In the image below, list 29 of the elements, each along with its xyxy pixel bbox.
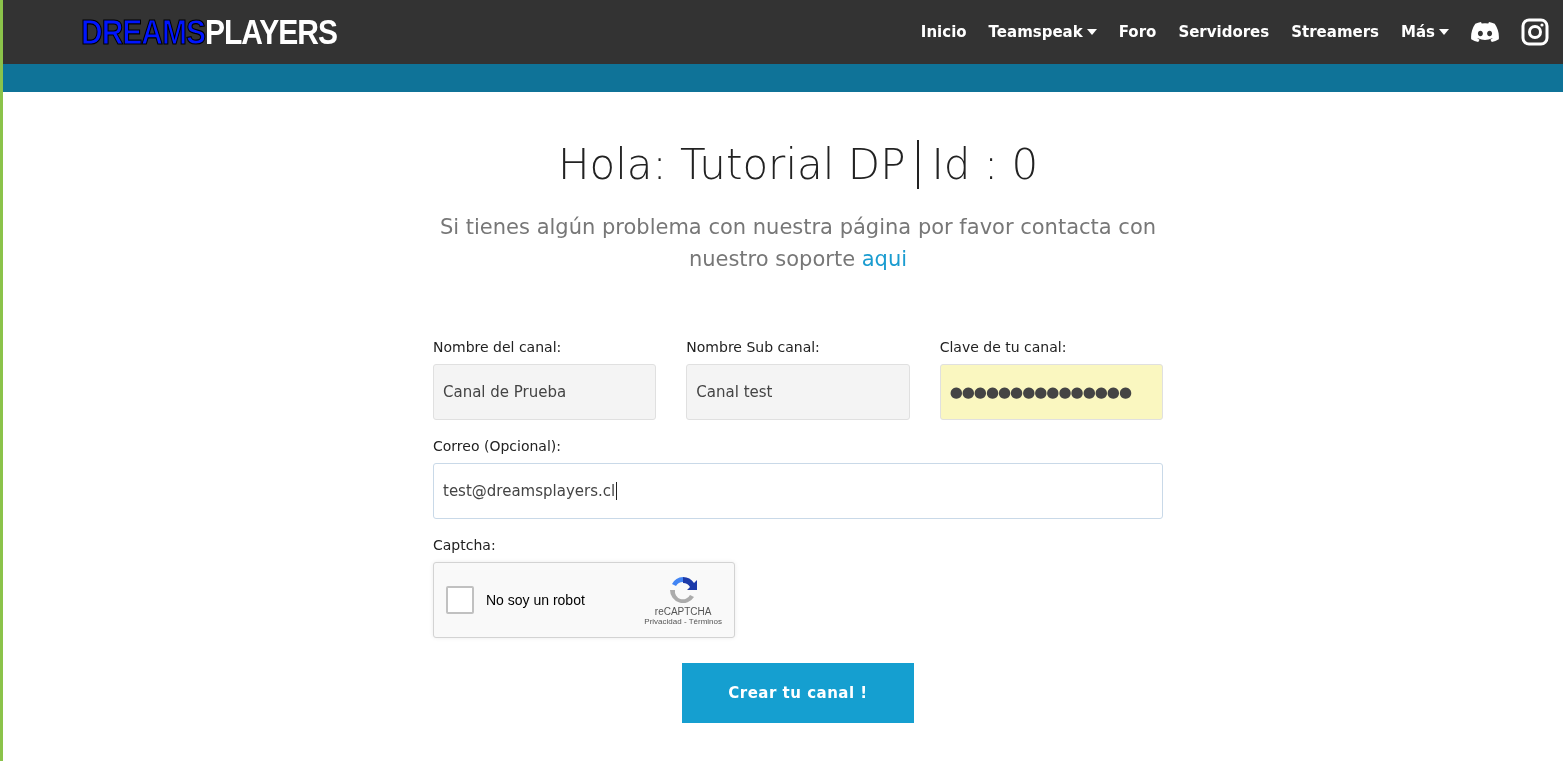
nav-link[interactable]: Servidores [1178, 23, 1270, 41]
email-field[interactable]: test@dreamsplayers.cl [433, 463, 1163, 519]
field-label: Nombre Sub canal: [686, 339, 821, 355]
instagram-icon[interactable] [1521, 18, 1549, 46]
nav-link[interactable]: Streamers [1291, 23, 1379, 41]
field-label: Correo (Opcional): [433, 438, 562, 454]
nav-link[interactable]: Teamspeak [988, 23, 1097, 41]
id-heading: Id : 0 [931, 140, 1039, 189]
terms-link[interactable]: Términos [688, 617, 722, 626]
intro-text: Si tienes algún problema con nuestra página por favor contacta con nuestro soporte aqui [438, 214, 1158, 273]
field-label: Captcha: [433, 537, 497, 553]
nav-link[interactable]: Foro [1118, 23, 1157, 41]
text-field[interactable]: ●●●●●●●●●●●●●●● [939, 364, 1163, 420]
privacy-link[interactable]: Privacidad [644, 617, 682, 626]
link-separator: - [683, 617, 687, 626]
recaptcha-logo-icon [667, 574, 700, 606]
nav-link[interactable]: Inicio [920, 23, 967, 41]
discord-icon[interactable] [1471, 22, 1499, 42]
field-label: Clave de tu canal: [939, 339, 1068, 355]
captcha-brand: reCAPTCHA [654, 606, 712, 617]
captcha-label: No soy un robot [486, 592, 585, 608]
field-label: Nombre del canal: [433, 339, 563, 355]
logo[interactable]: DREAMSPLAYERS [81, 12, 337, 52]
greeting-heading: Hola: Tutorial DP [557, 140, 906, 189]
heading-separator [917, 140, 920, 189]
text-field[interactable]: Canal test [686, 364, 910, 420]
nav-link[interactable]: Más [1401, 23, 1449, 41]
text-field[interactable]: Canal de Prueba [433, 364, 657, 420]
captcha-checkbox[interactable] [446, 586, 474, 614]
